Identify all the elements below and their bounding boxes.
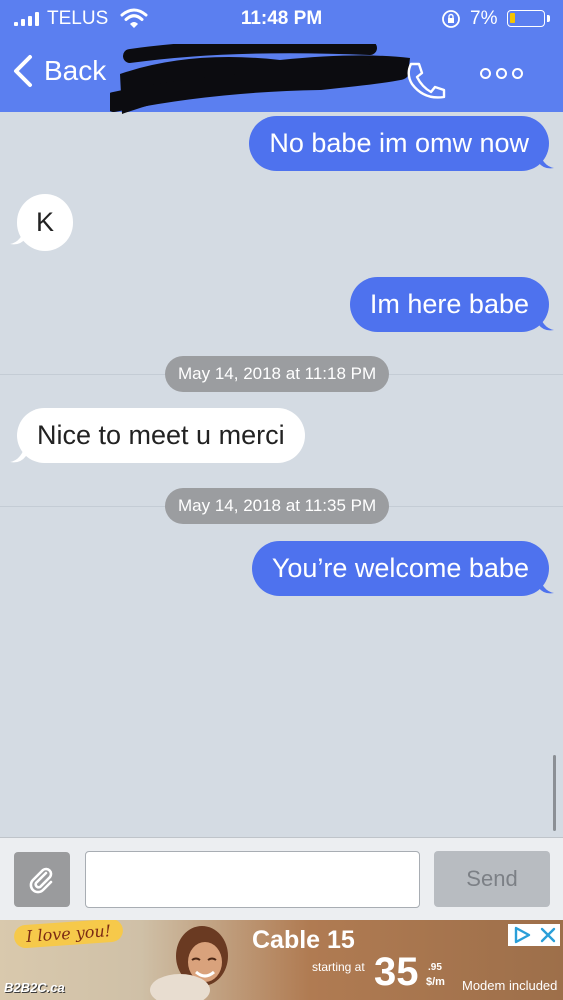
- redacted-contact-number: +1 613-291-4044: [110, 44, 410, 114]
- ad-brand-logo: B2B2C.ca: [4, 980, 65, 995]
- battery-icon: [507, 10, 545, 27]
- ad-price-unit: $/m: [426, 976, 445, 988]
- back-label: Back: [44, 55, 107, 86]
- app-header: TELUS 11:48 PM 7% Back +1 613-291-4044: [0, 0, 563, 114]
- message-bubble-outgoing[interactable]: No babe im omw now: [249, 116, 549, 171]
- ad-title: Cable 15: [252, 926, 355, 954]
- ad-starting-at: starting at: [312, 960, 365, 974]
- status-bar: TELUS 11:48 PM 7%: [0, 0, 563, 36]
- ad-note: Modem included: [462, 978, 558, 993]
- more-options-icon[interactable]: [480, 68, 523, 79]
- battery-level: [510, 13, 515, 23]
- phone-call-icon[interactable]: [402, 60, 448, 100]
- ad-banner[interactable]: I love you! B2B2C.ca Cable 15 starting a…: [0, 920, 563, 1000]
- paperclip-icon: [29, 867, 53, 893]
- ad-price-cents: .95: [428, 962, 442, 973]
- message-thread: No babe im omw now K Im here babe May 14…: [0, 112, 563, 837]
- message-bubble-incoming[interactable]: Nice to meet u merci: [17, 408, 305, 463]
- message-input[interactable]: [85, 851, 420, 908]
- bubble-tail-outgoing: [538, 148, 554, 169]
- close-ad-icon[interactable]: [540, 927, 556, 943]
- compose-bar: Send: [0, 837, 563, 920]
- bubble-tail-incoming: [10, 442, 26, 463]
- message-bubble-outgoing[interactable]: You’re welcome babe: [251, 541, 549, 596]
- send-button[interactable]: Send: [434, 851, 550, 907]
- ad-price: 35: [374, 950, 419, 994]
- timestamp-divider: May 14, 2018 at 11:18 PM: [0, 356, 563, 392]
- timestamp-label: May 14, 2018 at 11:18 PM: [165, 356, 390, 392]
- back-button[interactable]: Back: [12, 54, 106, 88]
- bubble-tail-outgoing: [538, 573, 554, 594]
- message-bubble-outgoing[interactable]: Im here babe: [349, 277, 549, 332]
- bubble-tail-outgoing: [538, 310, 554, 331]
- battery-percent: 7%: [470, 8, 498, 29]
- bubble-tail-incoming: [10, 224, 26, 245]
- ad-photo-image: [150, 926, 228, 1000]
- ad-tagline: I love you!: [13, 920, 124, 949]
- thread-scrollbar[interactable]: [553, 755, 556, 831]
- attach-button[interactable]: [14, 852, 70, 907]
- ad-choices-icon[interactable]: [512, 926, 532, 944]
- timestamp-label: May 14, 2018 at 11:35 PM: [165, 488, 390, 524]
- battery-tip: [547, 15, 550, 22]
- chevron-left-icon: [14, 55, 32, 87]
- rotation-lock-icon: [442, 10, 460, 28]
- timestamp-divider: May 14, 2018 at 11:35 PM: [0, 488, 563, 524]
- ad-choices[interactable]: [508, 924, 560, 946]
- navigation-bar: Back +1 613-291-4044: [0, 40, 563, 114]
